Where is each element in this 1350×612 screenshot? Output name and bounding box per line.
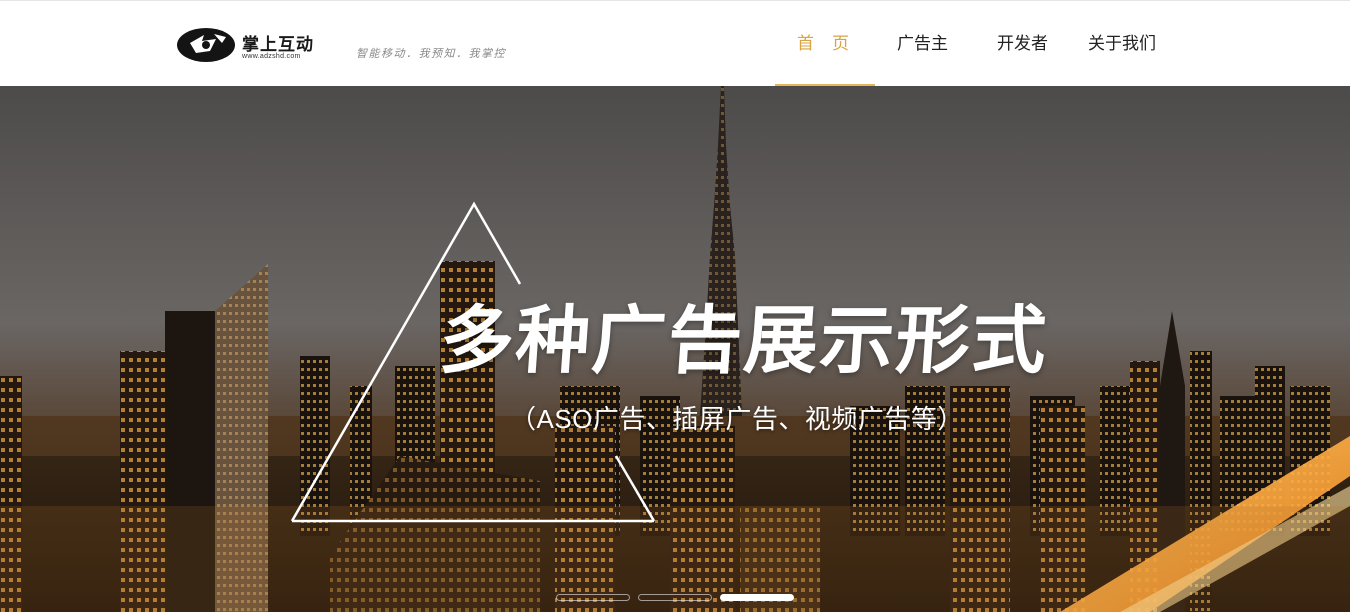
- banner-headline: 多种广告展示形式: [436, 298, 1052, 384]
- nav-item-about[interactable]: 关于我们: [1088, 33, 1156, 55]
- carousel-dot-2[interactable]: [638, 594, 712, 601]
- logo-icon: [177, 28, 235, 62]
- carousel-dot-1[interactable]: [556, 594, 630, 601]
- site-header: 掌上互动 www.adzshd.com 智能移动．我预知．我掌控 首页 广告主 …: [0, 0, 1350, 87]
- nav-item-home[interactable]: 首页: [797, 33, 867, 55]
- carousel-dot-3[interactable]: [720, 594, 794, 601]
- nav-item-advertisers[interactable]: 广告主: [897, 33, 948, 55]
- logo-name: 掌上互动: [242, 35, 314, 55]
- site-logo[interactable]: 掌上互动 www.adzshd.com: [176, 25, 321, 65]
- hero-banner: 多种广告展示形式 （ASO广告、插屏广告、视频广告等）: [0, 86, 1350, 612]
- banner-subline: （ASO广告、插屏广告、视频广告等）: [510, 404, 964, 434]
- site-slogan: 智能移动．我预知．我掌控: [356, 47, 506, 60]
- nav-item-developers[interactable]: 开发者: [997, 33, 1048, 55]
- logo-url: www.adzshd.com: [242, 53, 301, 60]
